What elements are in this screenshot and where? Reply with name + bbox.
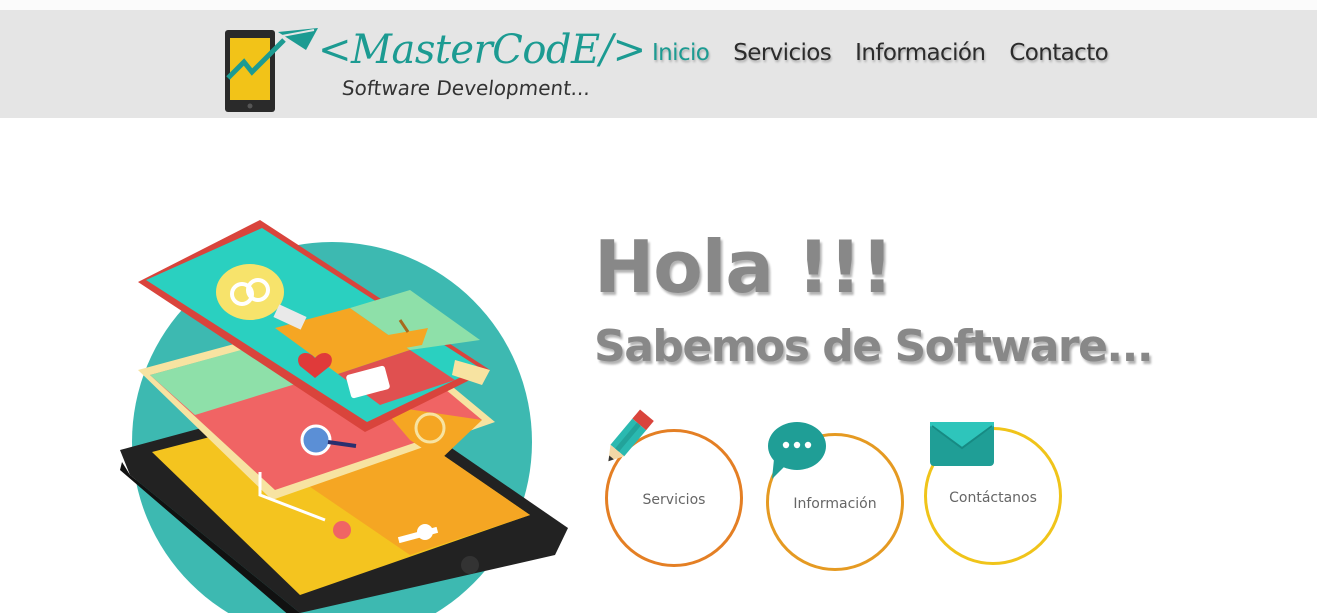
nav-item-informacion[interactable]: Información	[855, 36, 986, 76]
hero-subtitle: Sabemos de Software...	[594, 321, 1154, 372]
phone-chart-logo-icon	[225, 28, 318, 112]
hero-illustration	[120, 220, 568, 613]
main-nav: Inicio Servicios Información Contacto	[652, 36, 1109, 76]
feature-contactanos-label: Contáctanos	[949, 490, 1037, 506]
nav-item-contacto[interactable]: Contacto	[1009, 36, 1108, 76]
top-strip	[0, 0, 1317, 10]
feature-informacion-label: Información	[793, 496, 877, 512]
hero-title: Hola !!!	[594, 225, 894, 309]
chat-bubble-icon	[768, 422, 826, 479]
brand-name: <MasterCodE/>	[318, 27, 646, 73]
pencil-icon	[608, 409, 654, 462]
nav-item-inicio[interactable]: Inicio	[652, 36, 710, 76]
envelope-icon	[930, 422, 994, 466]
brand-tagline: Software Development...	[340, 76, 592, 100]
site-header: <MasterCodE/> Software Development... In…	[0, 10, 1317, 118]
feature-servicios-label: Servicios	[642, 492, 706, 508]
brand-logo[interactable]: <MasterCodE/> Software Development...	[222, 20, 646, 116]
nav-item-servicios[interactable]: Servicios	[733, 36, 832, 76]
